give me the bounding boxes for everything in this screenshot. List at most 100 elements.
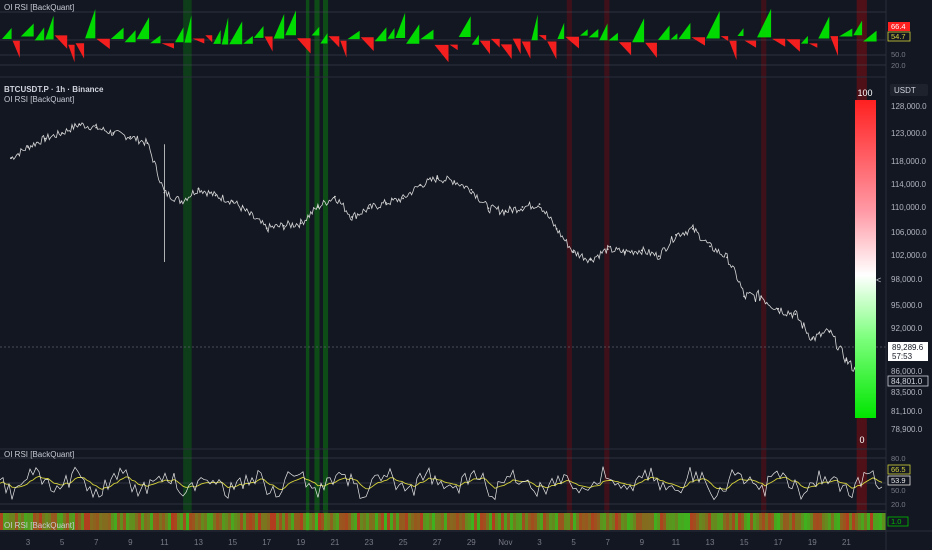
heat-cell <box>879 513 882 530</box>
signal-band <box>305 0 310 531</box>
heat-cell <box>423 513 426 530</box>
rsi-level-50: 50.0 <box>891 486 906 495</box>
time-tick-label: 9 <box>640 538 645 547</box>
heat-cell <box>810 513 813 530</box>
rsi-level-20: 20.0 <box>891 500 906 509</box>
heat-cell <box>474 513 477 530</box>
heat-cell <box>390 513 393 530</box>
heat-cell <box>864 513 867 530</box>
heat-cell <box>255 513 258 530</box>
heat-cell <box>303 513 306 530</box>
heat-cell <box>606 513 609 530</box>
heat-cell <box>132 513 135 530</box>
heat-cell <box>834 513 837 530</box>
time-tick-label: 23 <box>365 538 374 547</box>
heat-cell <box>552 513 555 530</box>
heat-cell <box>417 513 420 530</box>
rsi-pane-title[interactable]: OI RSI [BackQuant] <box>4 450 74 459</box>
heat-cell <box>261 513 264 530</box>
gauge-bottom-label: 0 <box>859 435 864 445</box>
rsi-level-80: 80.0 <box>891 454 906 463</box>
heat-cell <box>378 513 381 530</box>
heat-cell <box>201 513 204 530</box>
heat-cell <box>108 513 111 530</box>
indicator-title[interactable]: OI RSI [BackQuant] <box>4 95 74 104</box>
time-tick-label: 13 <box>706 538 715 547</box>
heat-cell <box>165 513 168 530</box>
heat-cell <box>150 513 153 530</box>
price-point <box>44 137 46 140</box>
top-level-20: 20.0 <box>891 61 906 70</box>
price-point <box>351 216 353 218</box>
heat-cell <box>564 513 567 530</box>
heat-cell <box>651 513 654 530</box>
heat-cell <box>645 513 648 530</box>
heat-cell <box>510 513 513 530</box>
price-point <box>521 206 524 208</box>
heat-cell <box>330 513 333 530</box>
countdown-value: 57:53 <box>892 352 913 361</box>
heat-cell <box>519 513 522 530</box>
heat-cell <box>591 513 594 530</box>
time-tick-label: 19 <box>808 538 817 547</box>
heat-cell <box>117 513 120 530</box>
heat-cell <box>789 513 792 530</box>
gauge-bar <box>855 100 876 418</box>
heat-cell <box>225 513 228 530</box>
signal-band <box>566 0 572 531</box>
time-tick-label: 3 <box>537 538 542 547</box>
time-tick-label: 9 <box>128 538 133 547</box>
heat-cell <box>858 513 861 530</box>
price-point <box>606 248 609 251</box>
heat-cell <box>654 513 657 530</box>
time-tick-label: 7 <box>94 538 99 547</box>
heat-pane-title[interactable]: OI RSI [BackQuant] <box>4 521 74 530</box>
price-point <box>197 187 200 190</box>
heat-cell <box>360 513 363 530</box>
heat-cell <box>786 513 789 530</box>
heat-cell <box>729 513 732 530</box>
heat-cell <box>84 513 87 530</box>
heat-cell <box>300 513 303 530</box>
price-point <box>692 227 694 230</box>
heat-cell <box>876 513 879 530</box>
price-point <box>27 146 29 148</box>
heat-cell <box>219 513 222 530</box>
heat-cell <box>621 513 624 530</box>
price-point <box>248 213 251 216</box>
heat-cell <box>135 513 138 530</box>
heat-cell <box>75 513 78 530</box>
heat-cell <box>648 513 651 530</box>
price-point <box>743 295 745 298</box>
price-tick-label: 114,000.0 <box>891 180 927 189</box>
marker-price-value: 84,801.0 <box>891 377 923 386</box>
heat-cell <box>669 513 672 530</box>
heat-cell <box>807 513 810 530</box>
heat-cell <box>279 513 282 530</box>
heat-cell <box>720 513 723 530</box>
time-tick-label: 25 <box>399 538 408 547</box>
heat-cell <box>138 513 141 530</box>
svg-text:USDT[interactable]: USDT <box>894 86 916 95</box>
heat-cell <box>93 513 96 530</box>
heat-cell <box>777 513 780 530</box>
heat-cell <box>246 513 249 530</box>
time-tick-label: 5 <box>571 538 576 547</box>
heat-cell <box>315 513 318 530</box>
heat-cell <box>483 513 486 530</box>
symbol-title[interactable]: BTCUSDT.P · 1h · Binance <box>4 85 104 94</box>
price-tick-label: 102,000.0 <box>891 251 927 260</box>
heat-cell <box>402 513 405 530</box>
heat-cell <box>846 513 849 530</box>
price-tick-label: 98,000.0 <box>891 275 923 284</box>
heat-cell <box>399 513 402 530</box>
price-point <box>760 295 763 298</box>
heat-cell <box>420 513 423 530</box>
time-tick-label: 7 <box>605 538 610 547</box>
heat-cell <box>480 513 483 530</box>
price-point <box>589 258 592 261</box>
currency-badge[interactable]: USDT <box>890 84 928 96</box>
price-point <box>555 227 558 230</box>
heat-cell <box>540 513 543 530</box>
heat-cell <box>555 513 558 530</box>
